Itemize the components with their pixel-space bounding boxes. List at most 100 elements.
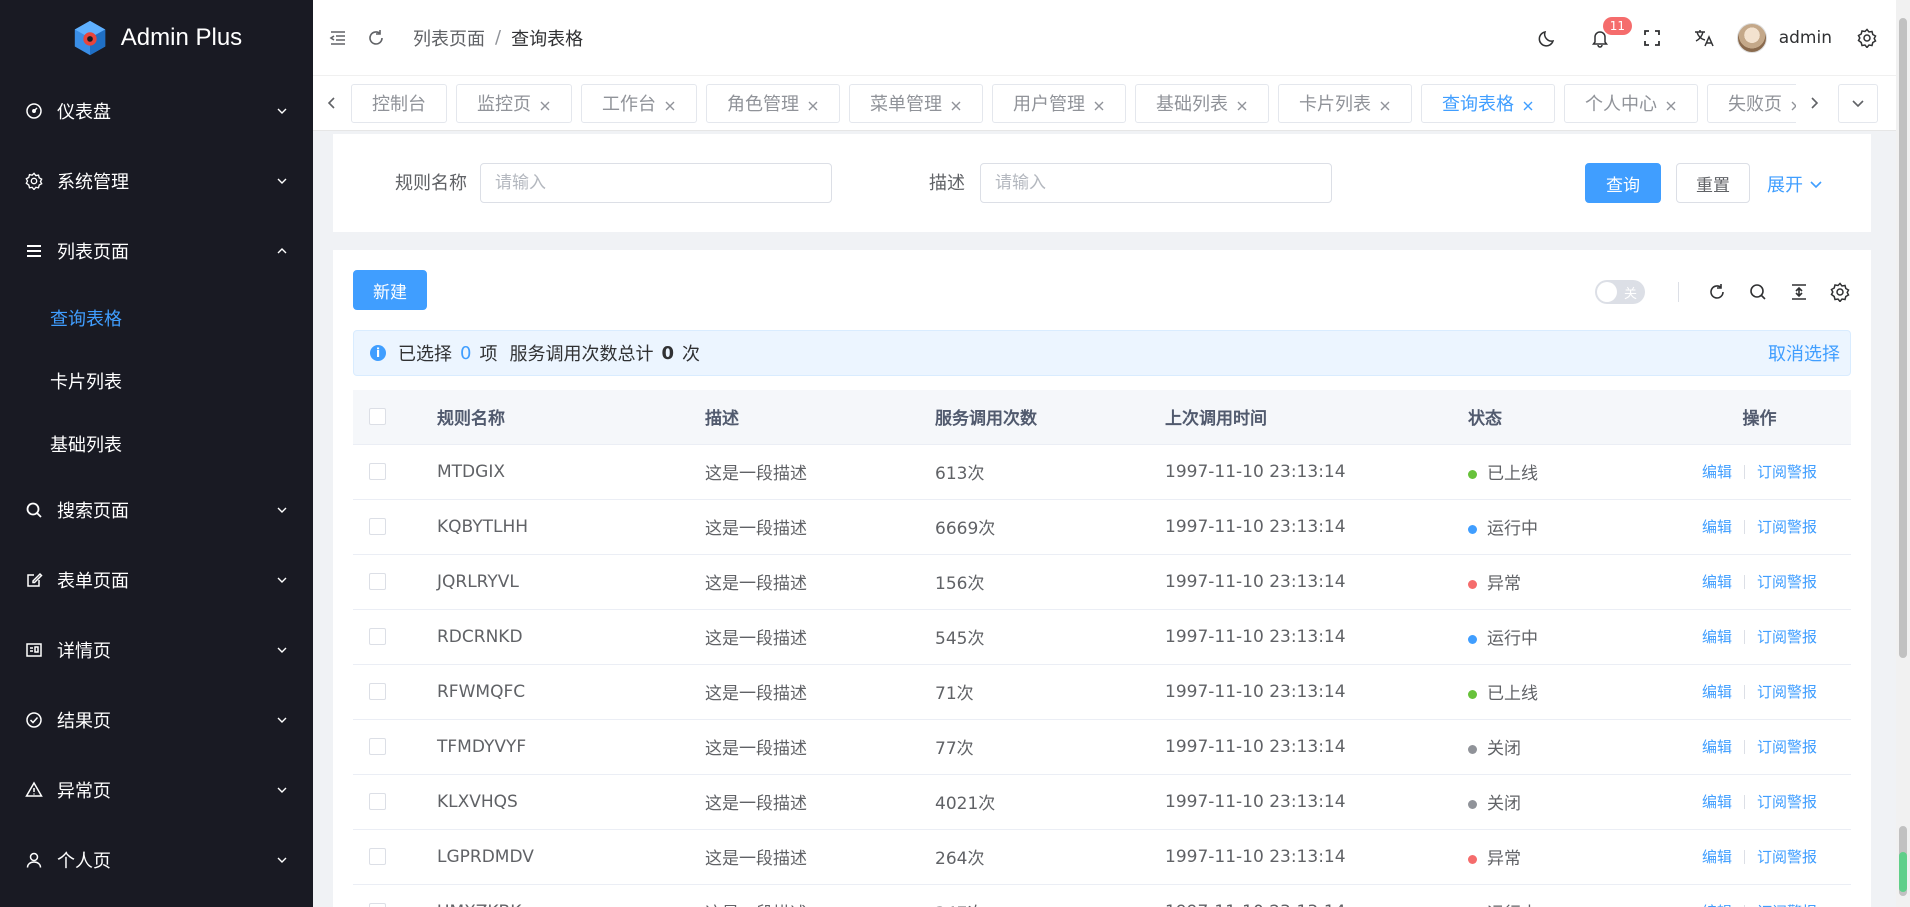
fullscreen-icon[interactable] [1641, 27, 1663, 49]
desc-input[interactable] [980, 163, 1332, 203]
table-row[interactable]: RFWMQFC 这是一段描述 71次 1997-11-10 23:13:14 已上线 编辑… [353, 664, 1851, 720]
row-checkbox[interactable] [369, 683, 386, 700]
settings-gear-icon[interactable] [1856, 27, 1878, 49]
subscribe-alert-link[interactable]: 订阅警报 [1757, 573, 1817, 591]
query-button[interactable]: 查询 [1585, 163, 1661, 203]
sidebar-item[interactable]: 系统管理 [0, 146, 313, 216]
edit-link[interactable]: 编辑 [1702, 463, 1732, 481]
logo[interactable]: Admin Plus [0, 0, 313, 76]
select-all-checkbox[interactable] [369, 408, 386, 426]
table-row[interactable]: KQBYTLHH 这是一段描述 6669次 1997-11-10 23:13:14 运行… [353, 499, 1851, 555]
expand-button[interactable]: 展开 [1767, 171, 1823, 197]
refresh-icon[interactable] [365, 27, 387, 49]
subscribe-alert-link[interactable]: 订阅警报 [1757, 463, 1817, 481]
tab[interactable]: 工作台 [581, 83, 697, 123]
tab[interactable]: 用户管理 [992, 83, 1126, 123]
edit-link[interactable]: 编辑 [1702, 903, 1732, 907]
row-checkbox[interactable] [369, 738, 386, 755]
row-checkbox[interactable] [369, 903, 386, 907]
edit-link[interactable]: 编辑 [1702, 793, 1732, 811]
subscribe-alert-link[interactable]: 订阅警报 [1757, 518, 1817, 536]
close-icon[interactable] [1093, 97, 1105, 111]
table-row[interactable]: UMXZKBK这是一段描述347次1997-11-10 23:13:14运行中编… [353, 884, 1851, 907]
sidebar-item[interactable]: 详情页 [0, 615, 313, 685]
column-settings-icon[interactable] [1829, 281, 1851, 303]
sidebar-item[interactable]: 异常页 [0, 755, 313, 825]
edit-link[interactable]: 编辑 [1702, 628, 1732, 646]
close-icon[interactable] [1379, 97, 1391, 111]
close-icon[interactable] [950, 97, 962, 111]
sidebar-item[interactable]: 列表页面 [0, 216, 313, 286]
breadcrumb: 列表页面 / 查询表格 [413, 25, 583, 51]
tab[interactable]: 个人中心 [1564, 83, 1698, 123]
subscribe-alert-link[interactable]: 订阅警报 [1757, 793, 1817, 811]
sidebar-subitem[interactable]: 基础列表 [0, 412, 313, 475]
call-total: 0 [661, 342, 674, 364]
subscribe-alert-link[interactable]: 订阅警报 [1757, 628, 1817, 646]
edit-link[interactable]: 编辑 [1702, 518, 1732, 536]
subscribe-alert-link[interactable]: 订阅警报 [1757, 848, 1817, 866]
table-row[interactable]: JQRLRYVL 这是一段描述 156次 1997-11-10 23:13:14 异常 编… [353, 554, 1851, 610]
scrollbar-thumb[interactable] [1899, 18, 1907, 658]
subscribe-alert-link[interactable]: 订阅警报 [1757, 738, 1817, 756]
cancel-selection-link[interactable]: 取消选择 [1768, 340, 1840, 366]
translate-icon[interactable] [1693, 27, 1715, 49]
new-button[interactable]: 新建 [353, 270, 427, 310]
rule-name-input[interactable] [480, 163, 832, 203]
tab[interactable]: 查询表格 [1421, 83, 1555, 123]
sidebar-item[interactable]: 搜索页面 [0, 475, 313, 545]
table-search-icon[interactable] [1747, 281, 1769, 303]
subscribe-alert-link[interactable]: 订阅警报 [1757, 683, 1817, 701]
notification-bell-icon[interactable]: 11 [1589, 17, 1632, 49]
table-row[interactable]: LGPRDMDV 这是一段描述 264次 1997-11-10 23:13:14 异常 编… [353, 829, 1851, 885]
column-height-icon[interactable] [1788, 281, 1810, 303]
table-row[interactable]: KLXVHQS 这是一段描述 4021次 1997-11-10 23:13:14 关闭 编… [353, 774, 1851, 830]
edit-link[interactable]: 编辑 [1702, 738, 1732, 756]
sidebar-subitem[interactable]: 查询表格 [0, 286, 313, 349]
status-text: 异常 [1487, 574, 1521, 594]
row-checkbox[interactable] [369, 518, 386, 535]
sidebar-item[interactable]: 仪表盘 [0, 76, 313, 146]
tab[interactable]: 控制台 [351, 83, 447, 123]
toggle-switch[interactable]: 关 [1595, 280, 1645, 304]
close-icon[interactable] [664, 97, 676, 111]
subscribe-alert-link[interactable]: 订阅警报 [1757, 903, 1817, 907]
sidebar-item[interactable]: 个人页 [0, 825, 313, 895]
table-row[interactable]: RDCRNKD 这是一段描述 545次 1997-11-10 23:13:14 运行中 编… [353, 609, 1851, 665]
tab[interactable]: 基础列表 [1135, 83, 1269, 123]
row-checkbox[interactable] [369, 463, 386, 480]
page-scrollbar[interactable] [1896, 0, 1910, 907]
close-icon[interactable] [539, 97, 551, 111]
tab[interactable]: 监控页 [456, 83, 572, 123]
row-checkbox[interactable] [369, 573, 386, 590]
row-checkbox[interactable] [369, 793, 386, 810]
row-checkbox[interactable] [369, 848, 386, 865]
sidebar-subitem[interactable]: 卡片列表 [0, 349, 313, 412]
tabs-scroll-right-icon[interactable] [1796, 76, 1832, 131]
tab[interactable]: 失败页 [1707, 83, 1796, 123]
edit-link[interactable]: 编辑 [1702, 573, 1732, 591]
close-icon[interactable] [1522, 97, 1534, 111]
edit-link[interactable]: 编辑 [1702, 683, 1732, 701]
avatar[interactable] [1736, 23, 1767, 53]
tab[interactable]: 角色管理 [706, 83, 840, 123]
table-row[interactable]: MTDGIX 这是一段描述 613次 1997-11-10 23:13:14 已上线 编辑… [353, 444, 1851, 500]
table-refresh-icon[interactable] [1706, 281, 1728, 303]
tab[interactable]: 菜单管理 [849, 83, 983, 123]
close-icon[interactable] [807, 97, 819, 111]
username[interactable]: admin [1779, 28, 1832, 48]
breadcrumb-item[interactable]: 列表页面 [413, 25, 485, 51]
reset-button[interactable]: 重置 [1676, 163, 1750, 203]
close-icon[interactable] [1236, 97, 1248, 111]
tabs-scroll-left-icon[interactable] [313, 76, 351, 131]
tab[interactable]: 卡片列表 [1278, 83, 1412, 123]
sidebar-item[interactable]: 表单页面 [0, 545, 313, 615]
tabs-menu-dropdown[interactable] [1838, 83, 1878, 123]
dark-mode-icon[interactable] [1537, 27, 1559, 49]
edit-link[interactable]: 编辑 [1702, 848, 1732, 866]
row-checkbox[interactable] [369, 628, 386, 645]
table-row[interactable]: TFMDYVYF 这是一段描述 77次 1997-11-10 23:13:14 关闭 编辑… [353, 719, 1851, 775]
sidebar-item[interactable]: 结果页 [0, 685, 313, 755]
close-icon[interactable] [1665, 97, 1677, 111]
collapse-menu-icon[interactable] [327, 27, 349, 49]
